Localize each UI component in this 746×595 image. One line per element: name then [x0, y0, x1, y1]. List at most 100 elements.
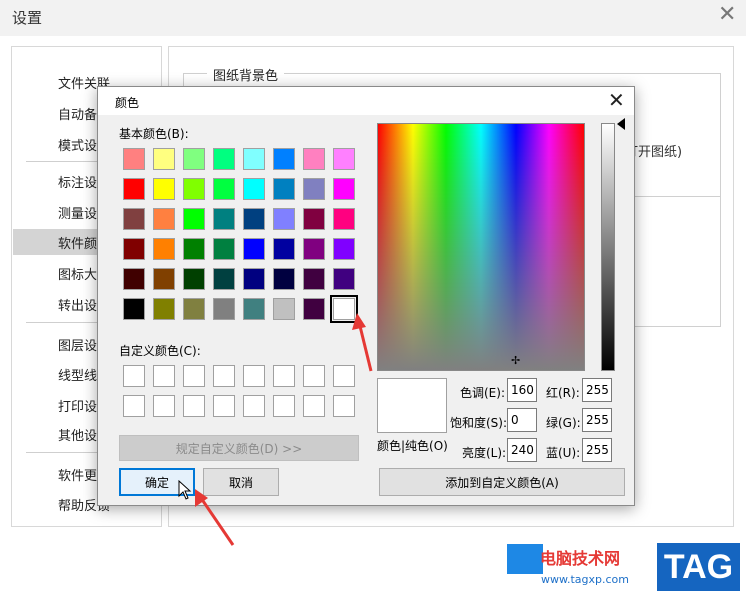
- basic-color-swatch[interactable]: [213, 268, 235, 290]
- custom-color-swatch[interactable]: [273, 365, 295, 387]
- mouse-cursor-icon: [178, 480, 192, 500]
- dialog-title: 颜色: [115, 96, 140, 110]
- hue-label: 色调(E):: [460, 386, 505, 400]
- green-label: 绿(G):: [546, 416, 581, 430]
- basic-color-swatch[interactable]: [153, 238, 175, 260]
- basic-colors-label: 基本颜色(B):: [119, 127, 189, 141]
- dialog-titlebar: 颜色 ✕: [98, 87, 634, 115]
- basic-color-swatch[interactable]: [303, 208, 325, 230]
- basic-color-swatch[interactable]: [273, 298, 295, 320]
- watermark-tag-logo: TAG: [657, 543, 740, 591]
- basic-color-swatch[interactable]: [333, 178, 355, 200]
- add-to-custom-colors-button[interactable]: 添加到自定义颜色(A): [379, 468, 625, 496]
- red-field[interactable]: 255: [582, 378, 612, 402]
- basic-color-swatch[interactable]: [123, 208, 145, 230]
- custom-color-swatch[interactable]: [213, 365, 235, 387]
- custom-color-swatch[interactable]: [153, 395, 175, 417]
- basic-color-swatch[interactable]: [153, 178, 175, 200]
- watermark-logo-box: [507, 544, 543, 574]
- blue-field[interactable]: 255: [582, 438, 612, 462]
- basic-color-swatch[interactable]: [183, 148, 205, 170]
- basic-color-swatch[interactable]: [123, 268, 145, 290]
- saturation-field[interactable]: 0: [507, 408, 537, 432]
- basic-color-swatch[interactable]: [273, 238, 295, 260]
- custom-color-swatch[interactable]: [183, 365, 205, 387]
- group-title: 图纸背景色: [207, 65, 285, 84]
- custom-colors-label: 自定义颜色(C):: [119, 344, 201, 358]
- basic-color-swatch[interactable]: [213, 208, 235, 230]
- custom-color-swatch[interactable]: [303, 365, 325, 387]
- custom-color-swatch[interactable]: [153, 365, 175, 387]
- red-label: 红(R):: [546, 386, 580, 400]
- hue-field[interactable]: 160: [507, 378, 537, 402]
- basic-color-swatch[interactable]: [183, 238, 205, 260]
- preview-label[interactable]: 颜色|纯色(O): [377, 437, 448, 454]
- color-preview: [377, 378, 447, 433]
- basic-color-swatch[interactable]: [183, 268, 205, 290]
- basic-color-swatch[interactable]: [153, 208, 175, 230]
- basic-color-swatch[interactable]: [243, 148, 265, 170]
- custom-color-swatch[interactable]: [213, 395, 235, 417]
- custom-color-swatch[interactable]: [183, 395, 205, 417]
- custom-color-swatch[interactable]: [243, 395, 265, 417]
- color-spectrum[interactable]: [377, 123, 585, 371]
- basic-color-swatch[interactable]: [183, 208, 205, 230]
- basic-color-swatch[interactable]: [303, 268, 325, 290]
- basic-color-swatch[interactable]: [243, 178, 265, 200]
- basic-color-swatch[interactable]: [333, 268, 355, 290]
- basic-color-swatch[interactable]: [123, 238, 145, 260]
- basic-color-swatch[interactable]: [243, 268, 265, 290]
- basic-color-swatch[interactable]: [333, 208, 355, 230]
- basic-color-swatch[interactable]: [303, 298, 325, 320]
- basic-color-swatch[interactable]: [213, 178, 235, 200]
- basic-color-swatch[interactable]: [273, 178, 295, 200]
- basic-color-swatch[interactable]: [273, 268, 295, 290]
- custom-color-swatch[interactable]: [123, 395, 145, 417]
- basic-color-swatch[interactable]: [213, 148, 235, 170]
- basic-color-swatch[interactable]: [243, 238, 265, 260]
- basic-color-swatch[interactable]: [303, 148, 325, 170]
- basic-color-swatch[interactable]: [333, 238, 355, 260]
- basic-color-swatch[interactable]: [213, 298, 235, 320]
- define-custom-colors-button[interactable]: 规定自定义颜色(D) >>: [119, 435, 359, 461]
- custom-color-swatch[interactable]: [333, 365, 355, 387]
- settings-title: 设置: [12, 9, 43, 27]
- luminance-arrow-icon[interactable]: [617, 118, 625, 130]
- custom-color-swatch[interactable]: [273, 395, 295, 417]
- basic-color-swatch[interactable]: [183, 298, 205, 320]
- basic-color-swatch[interactable]: [243, 208, 265, 230]
- blue-label: 蓝(U):: [546, 446, 581, 460]
- custom-color-swatch[interactable]: [243, 365, 265, 387]
- basic-color-swatch[interactable]: [303, 178, 325, 200]
- settings-close-icon[interactable]: ✕: [718, 3, 736, 27]
- basic-color-swatch[interactable]: [153, 268, 175, 290]
- custom-color-swatch[interactable]: [303, 395, 325, 417]
- basic-color-swatch[interactable]: [153, 148, 175, 170]
- basic-color-swatch[interactable]: [123, 298, 145, 320]
- crosshair-icon: ✢: [511, 354, 521, 367]
- saturation-label: 饱和度(S):: [450, 416, 508, 430]
- luminance-label: 亮度(L):: [462, 446, 507, 460]
- basic-color-swatch[interactable]: [273, 208, 295, 230]
- luminance-slider[interactable]: [601, 123, 615, 371]
- basic-color-swatch-selected[interactable]: [330, 295, 358, 323]
- luminance-field[interactable]: 240: [507, 438, 537, 462]
- basic-color-swatch[interactable]: [183, 178, 205, 200]
- custom-color-swatch[interactable]: [333, 395, 355, 417]
- basic-color-swatch[interactable]: [333, 148, 355, 170]
- watermark-url: www.tagxp.com: [541, 573, 629, 586]
- basic-color-swatch[interactable]: [303, 238, 325, 260]
- dialog-close-icon[interactable]: ✕: [608, 89, 625, 111]
- basic-color-swatch[interactable]: [243, 298, 265, 320]
- settings-titlebar: 设置 ✕: [0, 0, 746, 36]
- basic-color-swatch[interactable]: [153, 298, 175, 320]
- color-dialog: 颜色 ✕ 基本颜色(B): 自定义颜色(C): 规定自定义颜色(D) >> 确定…: [97, 86, 635, 506]
- basic-color-swatch[interactable]: [123, 148, 145, 170]
- basic-color-swatch[interactable]: [123, 178, 145, 200]
- green-field[interactable]: 255: [582, 408, 612, 432]
- cancel-button[interactable]: 取消: [203, 468, 279, 496]
- basic-color-swatch[interactable]: [213, 238, 235, 260]
- custom-color-swatch[interactable]: [123, 365, 145, 387]
- basic-color-swatch[interactable]: [273, 148, 295, 170]
- watermark-site-name: 电脑技术网: [540, 549, 621, 568]
